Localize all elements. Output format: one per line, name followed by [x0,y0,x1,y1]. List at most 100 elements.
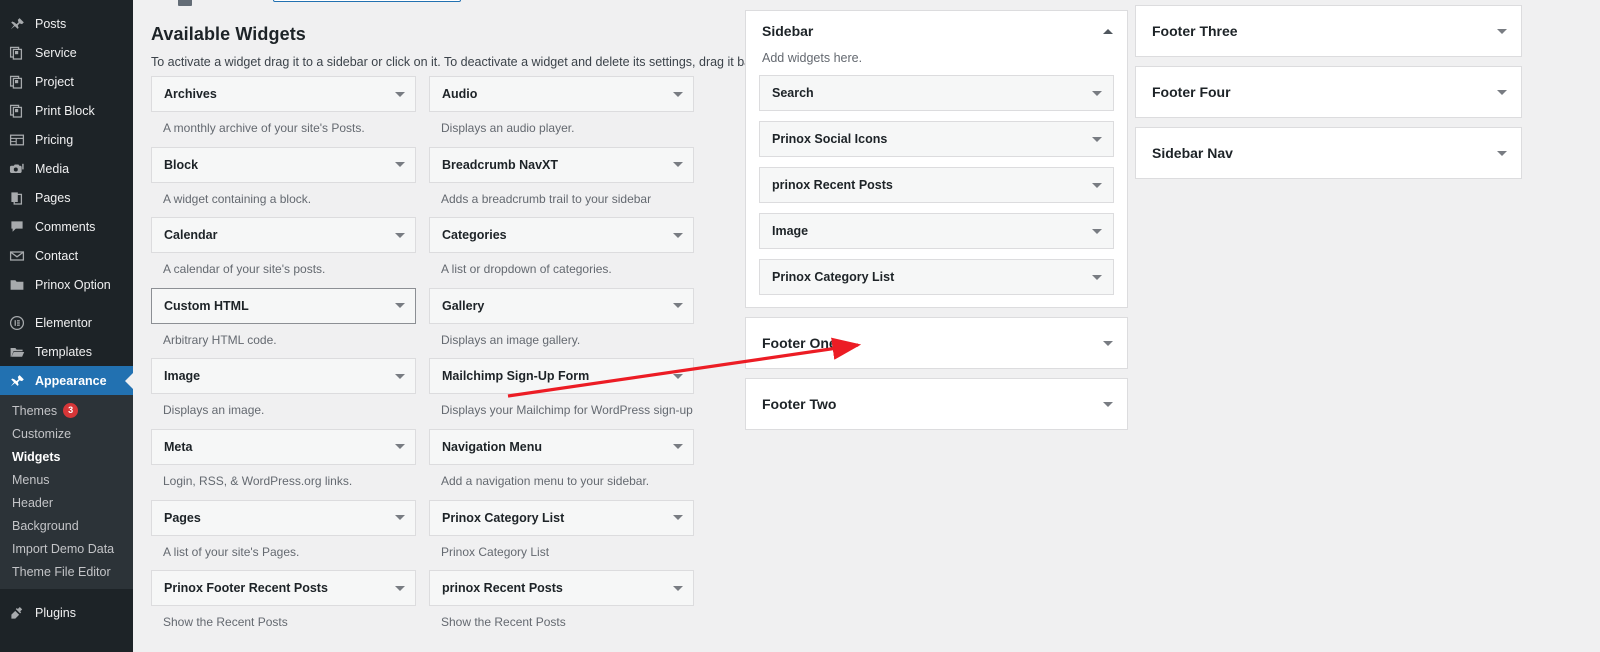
submenu-item-widgets[interactable]: Widgets [0,445,133,468]
chevron-up-icon[interactable] [1103,28,1113,34]
sidebar-widget-prinox-category-list[interactable]: Prinox Category List [759,259,1114,295]
widget-description: Displays your Mailchimp for WordPress si… [441,403,694,418]
sidebar-widget-prinox-recent-posts[interactable]: prinox Recent Posts [759,167,1114,203]
widget-pages[interactable]: Pages [151,499,416,536]
sidebar-widget-image[interactable]: Image [759,213,1114,249]
chevron-down-icon[interactable] [1497,28,1507,34]
widget-calendar[interactable]: Calendar [151,217,416,254]
sidebar-item-project[interactable]: Project [0,67,133,96]
chevron-down-icon[interactable] [395,303,405,309]
sidebar-panel-footer-one: Footer One [745,317,1128,369]
widget-row: Archives A monthly archive of your site'… [151,76,711,147]
sidebar-item-plugins[interactable]: Plugins [0,598,133,627]
widget-prinox-footer-recent-posts[interactable]: Prinox Footer Recent Posts [151,570,416,607]
sidebar-panel-footer-three: Footer Three [1135,5,1522,57]
widget-prinox-category-list[interactable]: Prinox Category List [429,499,694,536]
sidebar-widget-prinox-social-icons[interactable]: Prinox Social Icons [759,121,1114,157]
widget-cell: Prinox Footer Recent Posts Show the Rece… [151,570,416,641]
sidebar-item-elementor[interactable]: Elementor [0,308,133,337]
sidebar-item-appearance[interactable]: Appearance [0,366,133,395]
sidebar-item-label: Templates [35,344,92,359]
sidebar-item-pricing[interactable]: Pricing [0,125,133,154]
sidebar-item-service[interactable]: Service [0,38,133,67]
widget-breadcrumb-navxt[interactable]: Breadcrumb NavXT [429,146,694,183]
widget-mailchimp-sign-up-form[interactable]: Mailchimp Sign-Up Form [429,358,694,395]
sidebar-widget-search[interactable]: Search [759,75,1114,111]
sidebar-panel-header[interactable]: Sidebar Nav [1136,128,1521,178]
chevron-down-icon[interactable] [1497,150,1507,156]
submenu-item-label: Menus [12,472,50,487]
chevron-down-icon[interactable] [395,444,405,450]
chevron-down-icon[interactable] [1103,401,1113,407]
search-input[interactable] [273,0,461,2]
chevron-down-icon[interactable] [673,232,683,238]
sidebar-item-posts[interactable]: Posts [0,9,133,38]
sidebar-panel-header[interactable]: Footer Two [746,379,1127,429]
widget-gallery[interactable]: Gallery [429,287,694,324]
sidebar-item-media[interactable]: Media [0,154,133,183]
chevron-down-icon[interactable] [395,91,405,97]
widget-title: Prinox Footer Recent Posts [164,581,328,596]
sidebar-widget-title: Prinox Category List [772,270,895,284]
chevron-down-icon[interactable] [1497,89,1507,95]
chevron-down-icon[interactable] [673,444,683,450]
submenu-item-menus[interactable]: Menus [0,468,133,491]
chevron-down-icon[interactable] [395,162,405,168]
chevron-down-icon[interactable] [673,303,683,309]
sidebar-panel-header[interactable]: Footer Three [1136,6,1521,56]
sidebar-panel-footer-four: Footer Four [1135,66,1522,118]
chevron-down-icon[interactable] [395,373,405,379]
sidebar-item-templates[interactable]: Templates [0,337,133,366]
chevron-down-icon[interactable] [1103,340,1113,346]
submenu-item-theme-file-editor[interactable]: Theme File Editor [0,560,133,583]
sidebar-item-comments[interactable]: Comments [0,212,133,241]
sidebar-item-pages[interactable]: Pages [0,183,133,212]
widget-description: A calendar of your site's posts. [163,262,326,277]
widget-navigation-menu[interactable]: Navigation Menu [429,428,694,465]
submenu-item-import-demo-data[interactable]: Import Demo Data [0,537,133,560]
sidebar-item-prinox-option[interactable]: Prinox Option [0,270,133,299]
widget-categories[interactable]: Categories [429,217,694,254]
sidebar-item-contact[interactable]: Contact [0,241,133,270]
sidebar-panel-header[interactable]: Footer Four [1136,67,1521,117]
submenu-item-label: Themes [12,403,58,418]
submenu-item-header[interactable]: Header [0,491,133,514]
chevron-down-icon[interactable] [673,373,683,379]
chevron-down-icon[interactable] [395,585,405,591]
chevron-down-icon[interactable] [673,515,683,521]
sidebar-item-label: Comments [35,219,96,234]
chevron-down-icon[interactable] [1092,90,1102,96]
sidebar-item-print-block[interactable]: Print Block [0,96,133,125]
widget-block[interactable]: Block [151,146,416,183]
widget-cell: Categories A list or dropdown of categor… [429,217,694,288]
submenu-item-background[interactable]: Background [0,514,133,537]
chevron-down-icon[interactable] [673,585,683,591]
widget-row: Meta Login, RSS, & WordPress.org links. … [151,428,711,500]
chevron-down-icon[interactable] [395,232,405,238]
submenu-item-customize[interactable]: Customize [0,422,133,445]
sidebar-panel-sidebar: Sidebar Add widgets here. Search Prinox … [745,10,1128,308]
sidebar-panel-header[interactable]: Footer One [746,318,1127,368]
sidebar-item-label: Pages [35,190,71,205]
chevron-down-icon[interactable] [395,515,405,521]
chevron-down-icon[interactable] [1092,228,1102,234]
widget-meta[interactable]: Meta [151,428,416,465]
chevron-down-icon[interactable] [1092,274,1102,280]
widget-custom-html[interactable]: Custom HTML [151,287,416,324]
widget-archives[interactable]: Archives [151,76,416,112]
widget-audio[interactable]: Audio [429,76,694,112]
chevron-down-icon[interactable] [673,91,683,97]
elementor-icon [9,315,31,331]
widget-row: Custom HTML Arbitrary HTML code. Gallery… [151,287,711,359]
submenu-item-themes[interactable]: Themes 3 [0,399,133,422]
sidebar-panel-header[interactable]: Sidebar [746,11,1127,51]
available-widgets-grid: Archives A monthly archive of your site'… [151,76,711,641]
chevron-down-icon[interactable] [1092,136,1102,142]
widget-image[interactable]: Image [151,358,416,395]
widget-row: Prinox Footer Recent Posts Show the Rece… [151,570,711,641]
page-title: Available Widgets [151,24,306,44]
chevron-down-icon[interactable] [673,162,683,168]
widget-title: Gallery [442,298,485,313]
widget-prinox-recent-posts[interactable]: prinox Recent Posts [429,570,694,607]
chevron-down-icon[interactable] [1092,182,1102,188]
